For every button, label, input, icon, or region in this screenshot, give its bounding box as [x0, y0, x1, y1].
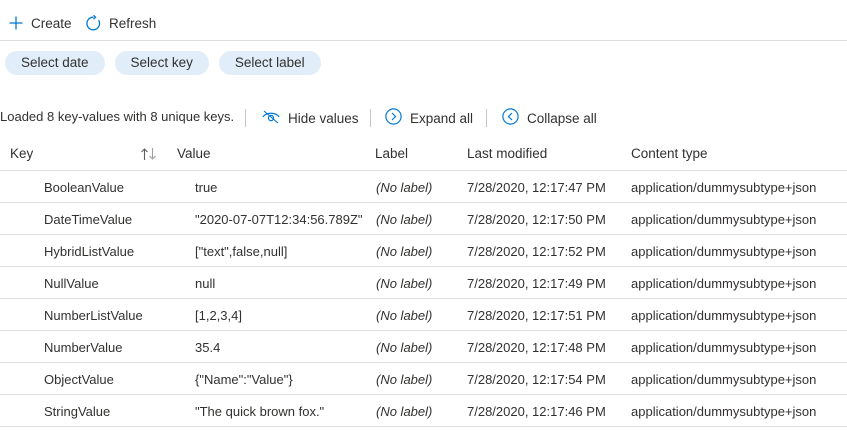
- value-cell: {"Name":"Value"}: [195, 372, 293, 387]
- table-row[interactable]: NullValue null (No label) 7/28/2020, 12:…: [0, 267, 847, 299]
- key-cell: BooleanValue: [44, 180, 124, 195]
- refresh-button[interactable]: Refresh: [85, 12, 156, 34]
- column-header-label[interactable]: Label: [375, 146, 408, 161]
- last-modified-cell: 7/28/2020, 12:17:52 PM: [467, 244, 606, 259]
- value-cell: true: [195, 180, 218, 195]
- divider: [245, 109, 246, 127]
- column-header-key[interactable]: Key: [10, 146, 33, 161]
- refresh-label: Refresh: [109, 15, 157, 31]
- collapse-all-label: Collapse all: [527, 110, 597, 126]
- last-modified-cell: 7/28/2020, 12:17:46 PM: [467, 404, 606, 419]
- label-cell: (No label): [376, 212, 433, 227]
- content-type-cell: application/dummysubtype+json: [631, 276, 817, 291]
- divider: [486, 109, 487, 127]
- last-modified-cell: 7/28/2020, 12:17:50 PM: [467, 212, 606, 227]
- value-cell: "The quick brown fox.": [195, 404, 325, 419]
- value-cell: 35.4: [195, 340, 221, 355]
- select-label-button[interactable]: Select label: [218, 51, 321, 75]
- value-cell: [1,2,3,4]: [195, 308, 242, 323]
- results-summary: Loaded 8 key-values with 8 unique keys.: [0, 109, 235, 124]
- content-type-cell: application/dummysubtype+json: [631, 244, 817, 259]
- filter-pills: Select date Select key Select label: [5, 51, 321, 75]
- label-cell: (No label): [376, 404, 433, 419]
- command-bar: Create Refresh: [0, 0, 847, 41]
- content-type-cell: application/dummysubtype+json: [631, 212, 817, 227]
- content-type-cell: application/dummysubtype+json: [631, 340, 817, 355]
- label-cell: (No label): [376, 180, 433, 195]
- table-row[interactable]: NumberListValue [1,2,3,4] (No label) 7/2…: [0, 299, 847, 331]
- hide-values-label: Hide values: [288, 110, 359, 126]
- column-header-last-modified[interactable]: Last modified: [467, 146, 547, 161]
- chevron-left-circle-icon: [502, 108, 519, 128]
- last-modified-cell: 7/28/2020, 12:17:48 PM: [467, 340, 606, 355]
- key-cell: NullValue: [44, 276, 99, 291]
- label-cell: (No label): [376, 372, 433, 387]
- content-type-cell: application/dummysubtype+json: [631, 404, 817, 419]
- value-cell: "2020-07-07T12:34:56.789Z": [195, 212, 363, 227]
- collapse-all-button[interactable]: Collapse all: [502, 105, 597, 131]
- key-cell: DateTimeValue: [44, 212, 133, 227]
- last-modified-cell: 7/28/2020, 12:17:47 PM: [467, 180, 606, 195]
- value-cell: ["text",false,null]: [195, 244, 288, 259]
- divider: [370, 109, 371, 127]
- create-button[interactable]: Create: [8, 12, 72, 34]
- label-cell: (No label): [376, 308, 433, 323]
- chevron-right-circle-icon: [385, 108, 402, 128]
- table-row[interactable]: StringValue "The quick brown fox." (No l…: [0, 395, 847, 427]
- label-cell: (No label): [376, 244, 433, 259]
- plus-icon: [8, 15, 24, 31]
- expand-all-button[interactable]: Expand all: [385, 105, 473, 131]
- table-header: Key Value Label Last modified Content ty…: [0, 139, 847, 171]
- key-cell: StringValue: [44, 404, 111, 419]
- select-date-button[interactable]: Select date: [5, 51, 105, 75]
- table-row[interactable]: NumberValue 35.4 (No label) 7/28/2020, 1…: [0, 331, 847, 363]
- table-row[interactable]: DateTimeValue "2020-07-07T12:34:56.789Z"…: [0, 203, 847, 235]
- table-row[interactable]: ObjectValue {"Name":"Value"} (No label) …: [0, 363, 847, 395]
- value-cell: null: [195, 276, 216, 291]
- content-type-cell: application/dummysubtype+json: [631, 180, 817, 195]
- last-modified-cell: 7/28/2020, 12:17:51 PM: [467, 308, 606, 323]
- column-header-value[interactable]: Value: [177, 146, 211, 161]
- sort-arrows-icon[interactable]: [140, 147, 158, 166]
- table-row[interactable]: BooleanValue true (No label) 7/28/2020, …: [0, 171, 847, 203]
- last-modified-cell: 7/28/2020, 12:17:54 PM: [467, 372, 606, 387]
- key-cell: HybridListValue: [44, 244, 135, 259]
- key-values-table: Key Value Label Last modified Content ty…: [0, 139, 847, 427]
- refresh-icon: [85, 14, 102, 32]
- eye-icon: [262, 110, 280, 127]
- key-cell: NumberValue: [44, 340, 123, 355]
- table-row[interactable]: HybridListValue ["text",false,null] (No …: [0, 235, 847, 267]
- key-cell: NumberListValue: [44, 308, 143, 323]
- last-modified-cell: 7/28/2020, 12:17:49 PM: [467, 276, 606, 291]
- expand-all-label: Expand all: [410, 110, 474, 126]
- select-key-button[interactable]: Select key: [114, 51, 209, 75]
- create-label: Create: [31, 15, 72, 31]
- key-cell: ObjectValue: [44, 372, 114, 387]
- column-header-content-type[interactable]: Content type: [631, 146, 708, 161]
- content-type-cell: application/dummysubtype+json: [631, 372, 817, 387]
- hide-values-button[interactable]: Hide values: [262, 105, 359, 131]
- label-cell: (No label): [376, 276, 433, 291]
- content-type-cell: application/dummysubtype+json: [631, 308, 817, 323]
- results-toolbar: Loaded 8 key-values with 8 unique keys. …: [0, 105, 847, 131]
- label-cell: (No label): [376, 340, 433, 355]
